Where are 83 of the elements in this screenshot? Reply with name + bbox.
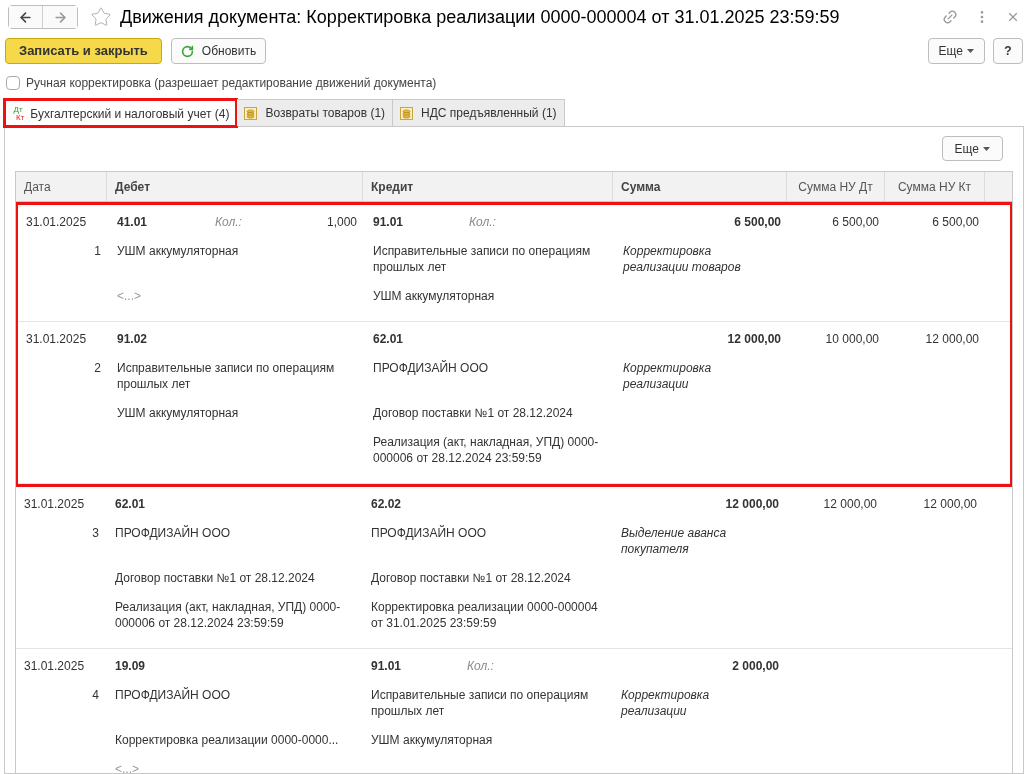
manual-edit-checkbox[interactable] xyxy=(6,76,20,90)
quantity-label: Кол.: xyxy=(467,658,494,674)
credit-detail: УШМ аккумуляторная xyxy=(373,289,495,303)
credit-detail: Исправительные записи по операциям прошлых лет xyxy=(371,688,589,718)
column-header[interactable]: Сумма xyxy=(613,172,787,201)
credit-detail: УШМ аккумуляторная xyxy=(371,733,493,747)
manual-edit-label: Ручная корректировка (разрешает редактирование движений документа) xyxy=(26,75,437,92)
credit-account: 62.01 xyxy=(373,331,405,347)
debit-detail: ПРОФДИЗАЙН ООО xyxy=(115,526,231,540)
credit-detail: ПРОФДИЗАЙН ООО xyxy=(371,526,487,540)
credit-account: 91.01 xyxy=(371,658,403,674)
debit-credit-icon: Дт Кт xyxy=(12,105,25,122)
column-header[interactable]: Кредит xyxy=(363,172,613,201)
table-more-button[interactable]: Еще xyxy=(941,136,1003,161)
entry-number: 2 xyxy=(94,361,101,375)
tax-amount-credit: 6 500,00 xyxy=(932,215,979,229)
column-header[interactable]: Дебет xyxy=(107,172,363,201)
debit-detail: ПРОФДИЗАЙН ООО xyxy=(115,688,231,702)
forward-icon xyxy=(52,9,68,25)
help-button[interactable]: ? xyxy=(993,38,1023,64)
entry-date: 31.01.2025 xyxy=(23,658,86,675)
coins-icon xyxy=(244,106,258,120)
entry-comment: Корректировка реализации xyxy=(623,360,713,392)
tax-amount-debit: 12 000,00 xyxy=(823,497,877,511)
tax-amount-credit: 12 000,00 xyxy=(923,497,977,511)
debit-detail: УШМ аккумуляторная xyxy=(117,406,239,420)
entry-comment: Корректировка реализации xyxy=(621,687,711,719)
debit-account: 19.09 xyxy=(115,658,147,674)
debit-detail: Исправительные записи по операциям прошлых лет xyxy=(117,361,335,391)
window-title: Движения документа: Корректировка реализации 0000-000004 от 31.01.2025 23:59:59 xyxy=(120,5,840,29)
entry-row[interactable]: 31.01.2025 41.01 Кол.: 1,000 91.01 Кол.: 6 500,00 6 500,00 6 500,00 1 УШМ аккумуляторная Исправительные записи по операциям прошлых лет Корректировка реализации товаров <...> УШМ аккумуляторная xyxy=(18,205,1010,322)
credit-detail: Договор поставки №1 от 28.12.2024 xyxy=(373,406,573,420)
amount: 6 500,00 xyxy=(733,214,782,231)
back-icon xyxy=(18,9,33,25)
debit-detail: Договор поставки №1 от 28.12.2024 xyxy=(115,571,315,585)
amount: 2 000,00 xyxy=(731,658,780,675)
debit-detail: <...> xyxy=(117,289,142,303)
credit-account: 62.02 xyxy=(371,496,403,512)
tax-amount-credit: 12 000,00 xyxy=(925,332,979,346)
entry-comment: Корректировка реализации товаров xyxy=(623,243,742,275)
column-header[interactable]: Сумма НУ Кт xyxy=(885,172,985,201)
debit-account: 41.01 xyxy=(117,214,149,230)
entry-number: 1 xyxy=(94,244,101,258)
debit-detail: Реализация (акт, накладная, УПД) 0000-000006 от 28.12.2024 23:59:59 xyxy=(115,600,341,630)
debit-detail: <...> xyxy=(115,762,140,773)
entry-date: 31.01.2025 xyxy=(25,331,88,348)
debit-account: 91.02 xyxy=(117,331,149,347)
back-button[interactable] xyxy=(9,6,43,28)
debit-account: 62.01 xyxy=(115,496,147,512)
coins-icon xyxy=(400,106,414,120)
entry-comment: Выделение аванса покупателя xyxy=(621,525,728,557)
amount: 12 000,00 xyxy=(724,496,780,513)
credit-detail: Корректировка реализации 0000-000004 от 31.01.2025 23:59:59 xyxy=(371,600,598,630)
refresh-button[interactable]: Обновить xyxy=(170,38,267,64)
entry-date: 31.01.2025 xyxy=(23,496,86,513)
entry-date: 31.01.2025 xyxy=(25,214,88,231)
tab[interactable]: НДС предъявленный (1) xyxy=(393,99,565,126)
save-and-close-button[interactable]: Записать и закрыть xyxy=(5,38,162,64)
entry-row[interactable]: 31.01.2025 19.09 91.01 Кол.: 2 000,00 4 ПРОФДИЗАЙН ООО Исправительные записи по операциям прошлых лет Корректировка реализации Корректировка реализации 0000-0000... УШМ аккумуляторная <...> xyxy=(16,649,1012,773)
credit-detail: ПРОФДИЗАЙН ООО xyxy=(373,361,489,375)
column-header[interactable]: Дата xyxy=(16,172,107,201)
refresh-icon xyxy=(180,44,194,58)
entry-number: 4 xyxy=(92,688,99,702)
tab[interactable]: Возвраты товаров (1) xyxy=(237,99,394,126)
amount: 12 000,00 xyxy=(726,331,782,348)
quantity-label: Кол.: xyxy=(469,214,496,230)
credit-detail: Реализация (акт, накладная, УПД) 0000-000006 от 28.12.2024 23:59:59 xyxy=(373,435,599,465)
credit-detail: Исправительные записи по операциям прошлых лет xyxy=(373,244,591,274)
quantity-value: 1,000 xyxy=(326,214,357,230)
credit-detail: Договор поставки №1 от 28.12.2024 xyxy=(371,571,571,585)
column-header[interactable]: Сумма НУ Дт xyxy=(787,172,885,201)
quantity-label: Кол.: xyxy=(215,214,242,230)
close-icon[interactable] xyxy=(1006,10,1020,24)
entry-number: 3 xyxy=(92,526,99,540)
more-button[interactable]: Еще xyxy=(927,38,985,64)
tax-amount-debit: 10 000,00 xyxy=(825,332,879,346)
favorite-star-icon[interactable] xyxy=(90,6,112,28)
debit-detail: Корректировка реализации 0000-0000... xyxy=(115,733,339,747)
tax-amount-debit: 6 500,00 xyxy=(832,215,879,229)
caret-icon xyxy=(983,146,990,151)
caret-icon xyxy=(967,49,974,53)
debit-detail: УШМ аккумуляторная xyxy=(117,244,239,258)
credit-account: 91.01 xyxy=(373,214,405,230)
